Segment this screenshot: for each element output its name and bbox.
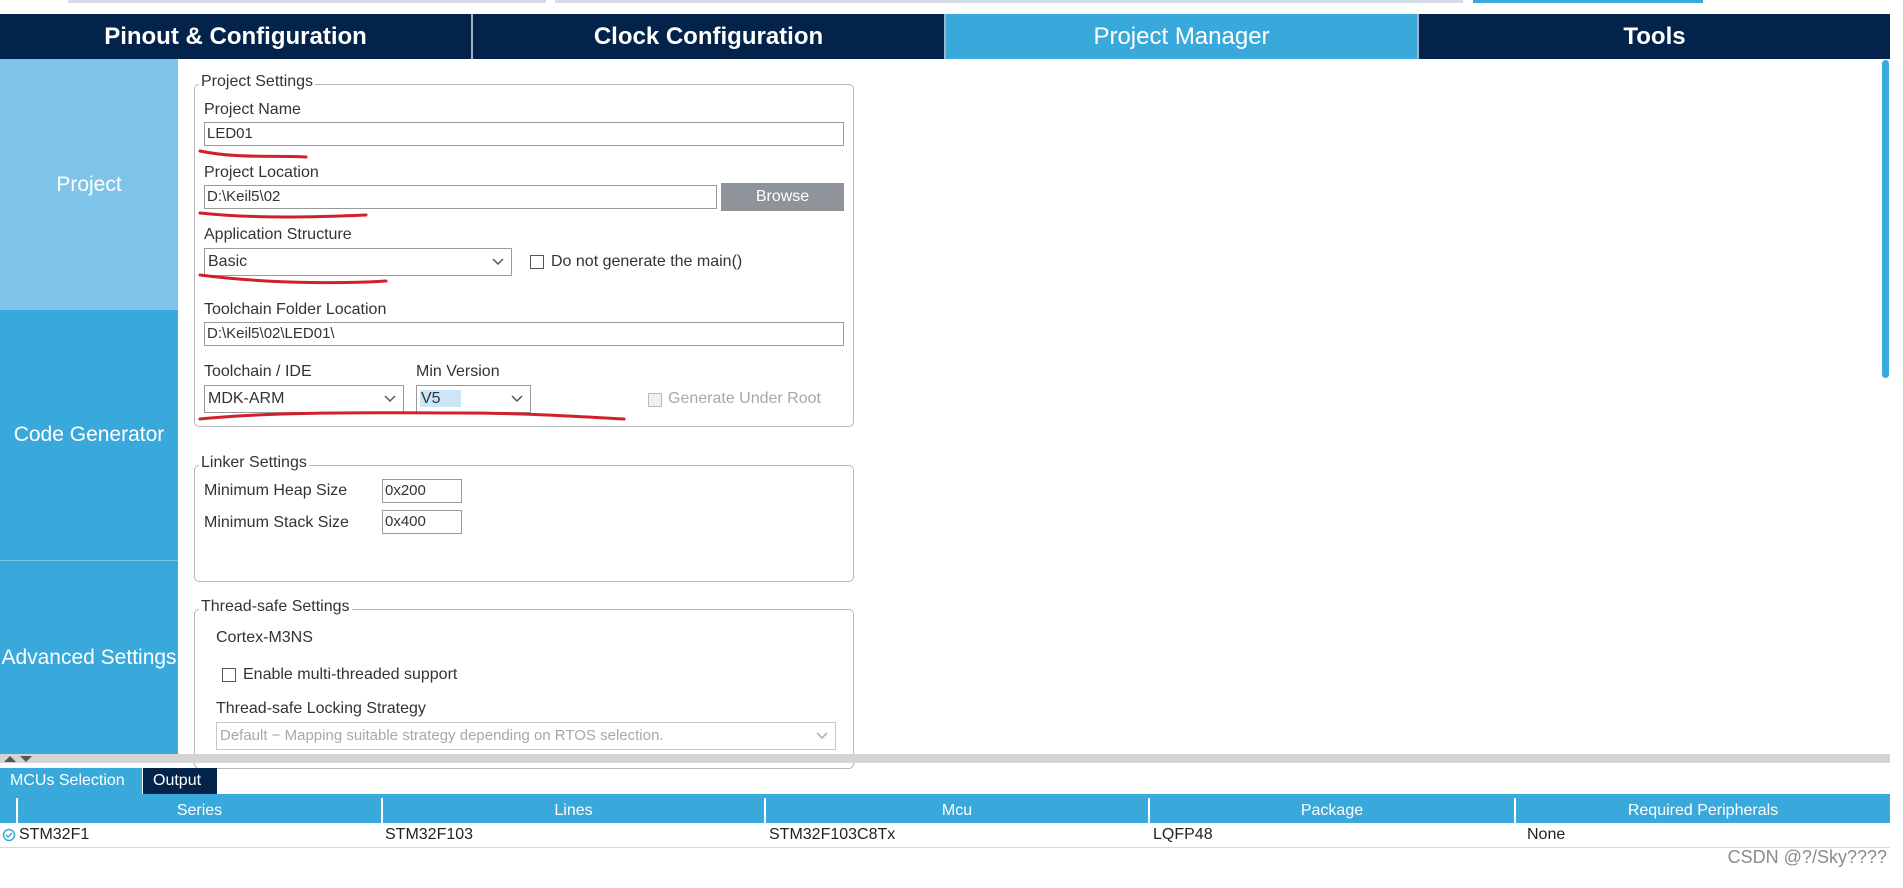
do-not-generate-main-label: Do not generate the main() [551, 253, 743, 270]
application-structure-label: Application Structure [204, 226, 352, 243]
linker-settings-title: Linker Settings [199, 454, 309, 472]
check-circle-icon [2, 828, 16, 842]
table-header-series[interactable]: Series [18, 798, 383, 823]
panel-splitter[interactable] [0, 754, 1890, 763]
table-header-lines[interactable]: Lines [383, 798, 766, 823]
table-row[interactable]: STM32F1 STM32F103 STM32F103C8Tx LQFP48 N… [0, 823, 1890, 848]
main-tabbar: Pinout & Configuration Clock Configurati… [0, 14, 1890, 59]
vertical-scrollbar-thumb[interactable] [1882, 60, 1889, 378]
chevron-down-icon [816, 732, 828, 740]
enable-multithreaded-checkbox[interactable] [222, 668, 236, 682]
core-label: Cortex-M3NS [216, 629, 313, 646]
table-cell-lines: STM32F103 [385, 826, 474, 843]
generate-under-root-checkbox[interactable] [648, 393, 662, 407]
enable-multithreaded-label: Enable multi-threaded support [243, 666, 458, 683]
splitter-arrows-icon[interactable] [2, 755, 34, 763]
locking-strategy-label: Thread-safe Locking Strategy [216, 700, 426, 717]
toolchain-folder-label: Toolchain Folder Location [204, 301, 387, 318]
tab-project-manager[interactable]: Project Manager [946, 14, 1419, 59]
table-cell-series: STM32F1 [19, 826, 90, 843]
chevron-down-icon [492, 258, 504, 266]
table-cell-required-peripherals: None [1527, 826, 1566, 843]
min-version-select[interactable]: V5 [416, 385, 531, 413]
locking-strategy-value: Default − Mapping suitable strategy depe… [220, 727, 664, 744]
toolchain-ide-value: MDK-ARM [208, 390, 285, 407]
min-version-value: V5 [420, 390, 461, 407]
sidebar-item-advanced-settings[interactable]: Advanced Settings [0, 561, 178, 754]
project-name-input[interactable]: LED01 [204, 122, 844, 146]
application-structure-select[interactable]: Basic [204, 248, 512, 276]
thread-safe-settings-title: Thread-safe Settings [199, 598, 352, 616]
min-heap-size-label: Minimum Heap Size [204, 482, 348, 499]
sidebar-item-label: Code Generator [13, 423, 165, 446]
toolchain-folder-input[interactable]: D:\Keil5\02\LED01\ [204, 322, 844, 346]
top-strip-segment [555, 0, 1463, 3]
application-structure-value: Basic [208, 253, 248, 270]
min-heap-size-input[interactable]: 0x200 [382, 479, 462, 503]
chevron-down-icon [511, 395, 523, 403]
table-header: Series Lines Mcu Package Required Periph… [0, 798, 1890, 823]
tab-output[interactable]: Output [143, 768, 217, 794]
sidebar: Project Code Generator Advanced Settings [0, 59, 178, 754]
project-location-input[interactable]: D:\Keil5\02 [204, 185, 717, 209]
toolchain-ide-select[interactable]: MDK-ARM [204, 385, 404, 413]
sidebar-item-label: Project [56, 172, 122, 196]
top-strip-segment [1473, 0, 1703, 3]
generate-under-root-label: Generate Under Root [668, 390, 821, 407]
table-cell-mcu: STM32F103C8Tx [769, 826, 896, 843]
table-header-package[interactable]: Package [1150, 798, 1516, 823]
project-location-label: Project Location [204, 164, 319, 181]
sidebar-item-code-generator[interactable]: Code Generator [0, 310, 178, 561]
sidebar-item-label: Advanced Settings [1, 645, 177, 669]
chevron-down-icon [384, 395, 396, 403]
table-header-required-peripherals[interactable]: Required Peripherals [1516, 798, 1890, 823]
locking-strategy-select[interactable]: Default − Mapping suitable strategy depe… [216, 722, 836, 750]
browse-button[interactable]: Browse [721, 183, 844, 211]
tab-pinout-configuration[interactable]: Pinout & Configuration [0, 14, 473, 59]
project-settings-panel: Project Settings Project Name LED01 Proj… [178, 59, 1890, 769]
table-cell-package: LQFP48 [1153, 826, 1213, 843]
bottom-tabbar: MCUs Selection Output [0, 768, 1890, 794]
project-settings-title: Project Settings [199, 73, 316, 91]
table-header-mcu[interactable]: Mcu [766, 798, 1150, 823]
min-stack-size-input[interactable]: 0x400 [382, 510, 462, 534]
top-strip-segment [68, 0, 546, 3]
sidebar-item-project[interactable]: Project [0, 59, 178, 310]
table-header-status [0, 798, 18, 823]
tab-mcus-selection[interactable]: MCUs Selection [0, 768, 142, 794]
top-strip [0, 0, 1903, 14]
tab-tools[interactable]: Tools [1419, 14, 1890, 59]
toolchain-ide-label: Toolchain / IDE [204, 363, 312, 380]
tab-clock-configuration[interactable]: Clock Configuration [473, 14, 946, 59]
do-not-generate-main-checkbox[interactable] [530, 255, 544, 269]
min-version-label: Min Version [416, 363, 500, 380]
watermark: CSDN @?/Sky???? [1727, 847, 1887, 867]
min-stack-size-label: Minimum Stack Size [204, 514, 349, 531]
project-name-label: Project Name [204, 101, 301, 118]
